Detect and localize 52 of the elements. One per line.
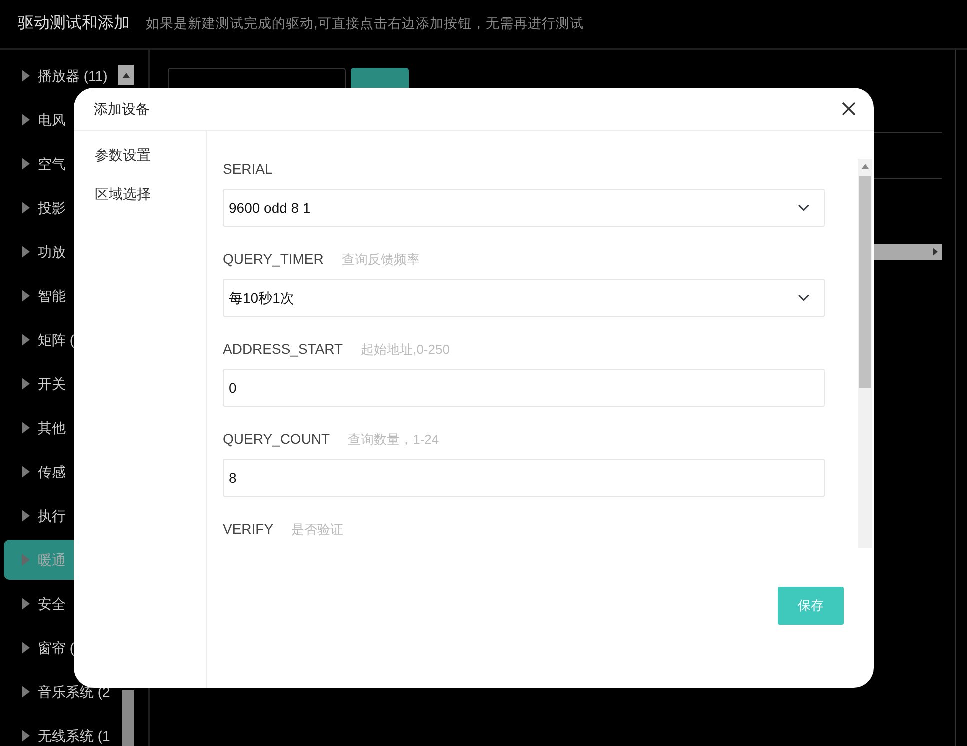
caret-icon [22,290,30,302]
caret-icon [22,554,30,566]
caret-icon [22,378,30,390]
caret-icon [22,70,30,82]
category-item[interactable]: 其他 [4,406,112,450]
caret-icon [22,466,30,478]
caret-icon [22,686,30,698]
caret-icon [22,510,30,522]
nav-item[interactable]: 区域选择 [95,184,151,205]
category-item[interactable]: 窗帘 ( [4,626,112,670]
right-arrow-icon[interactable] [933,248,938,256]
field-label: QUERY_TIMER [223,250,324,269]
up-arrow-icon[interactable] [862,164,869,169]
field-label: VERIFY [223,520,274,539]
category-item[interactable]: 矩阵 ( [4,318,112,362]
caret-icon [22,422,30,434]
caret-icon [22,334,30,346]
scrollbar[interactable] [858,159,872,548]
category-item[interactable]: 智能 [4,274,112,318]
input-field[interactable]: 8 [223,459,825,497]
category-item[interactable]: 执行 [4,494,112,538]
category-item[interactable]: 安全 [4,582,112,626]
page-subtitle: 如果是新建测试完成的驱动,可直接点击右边添加按钮，无需再进行测试 [146,14,584,33]
category-item[interactable]: 功放 [4,230,112,274]
field-hint: 查询反馈频率 [342,251,420,269]
field-label: ADDRESS_START [223,340,344,359]
scrollbar-thumb[interactable] [122,690,134,746]
page-title: 驱动测试和添加 [18,14,130,34]
field-hint: 起始地址,0-250 [361,341,450,359]
dialog-title: 添加设备 [94,100,150,118]
field-hint: 是否验证 [292,521,344,539]
caret-icon [22,598,30,610]
caret-icon [22,158,30,170]
category-item[interactable]: 开关 [4,362,112,406]
nav-item[interactable]: 参数设置 [95,145,151,166]
category-item[interactable]: 传感 [4,450,112,494]
field-hint: 查询数量，1-24 [348,431,440,449]
select-field[interactable]: 每10秒1次 [223,279,825,317]
caret-icon [22,114,30,126]
field-label: SERIAL [223,160,273,179]
close-button[interactable] [842,102,856,116]
input-field[interactable]: 0 [223,369,825,407]
category-item[interactable]: 无线系统 (1 [4,714,112,746]
caret-icon [22,642,30,654]
caret-icon [22,202,30,214]
category-item[interactable]: 播放器 (11) [4,54,112,98]
caret-icon [22,246,30,258]
scrollbar-thumb[interactable] [859,176,871,388]
caret-icon [22,730,30,742]
select-field[interactable]: 9600 odd 8 1 [223,189,825,227]
up-arrow-icon[interactable] [122,72,130,78]
field-label: QUERY_COUNT [223,430,330,449]
